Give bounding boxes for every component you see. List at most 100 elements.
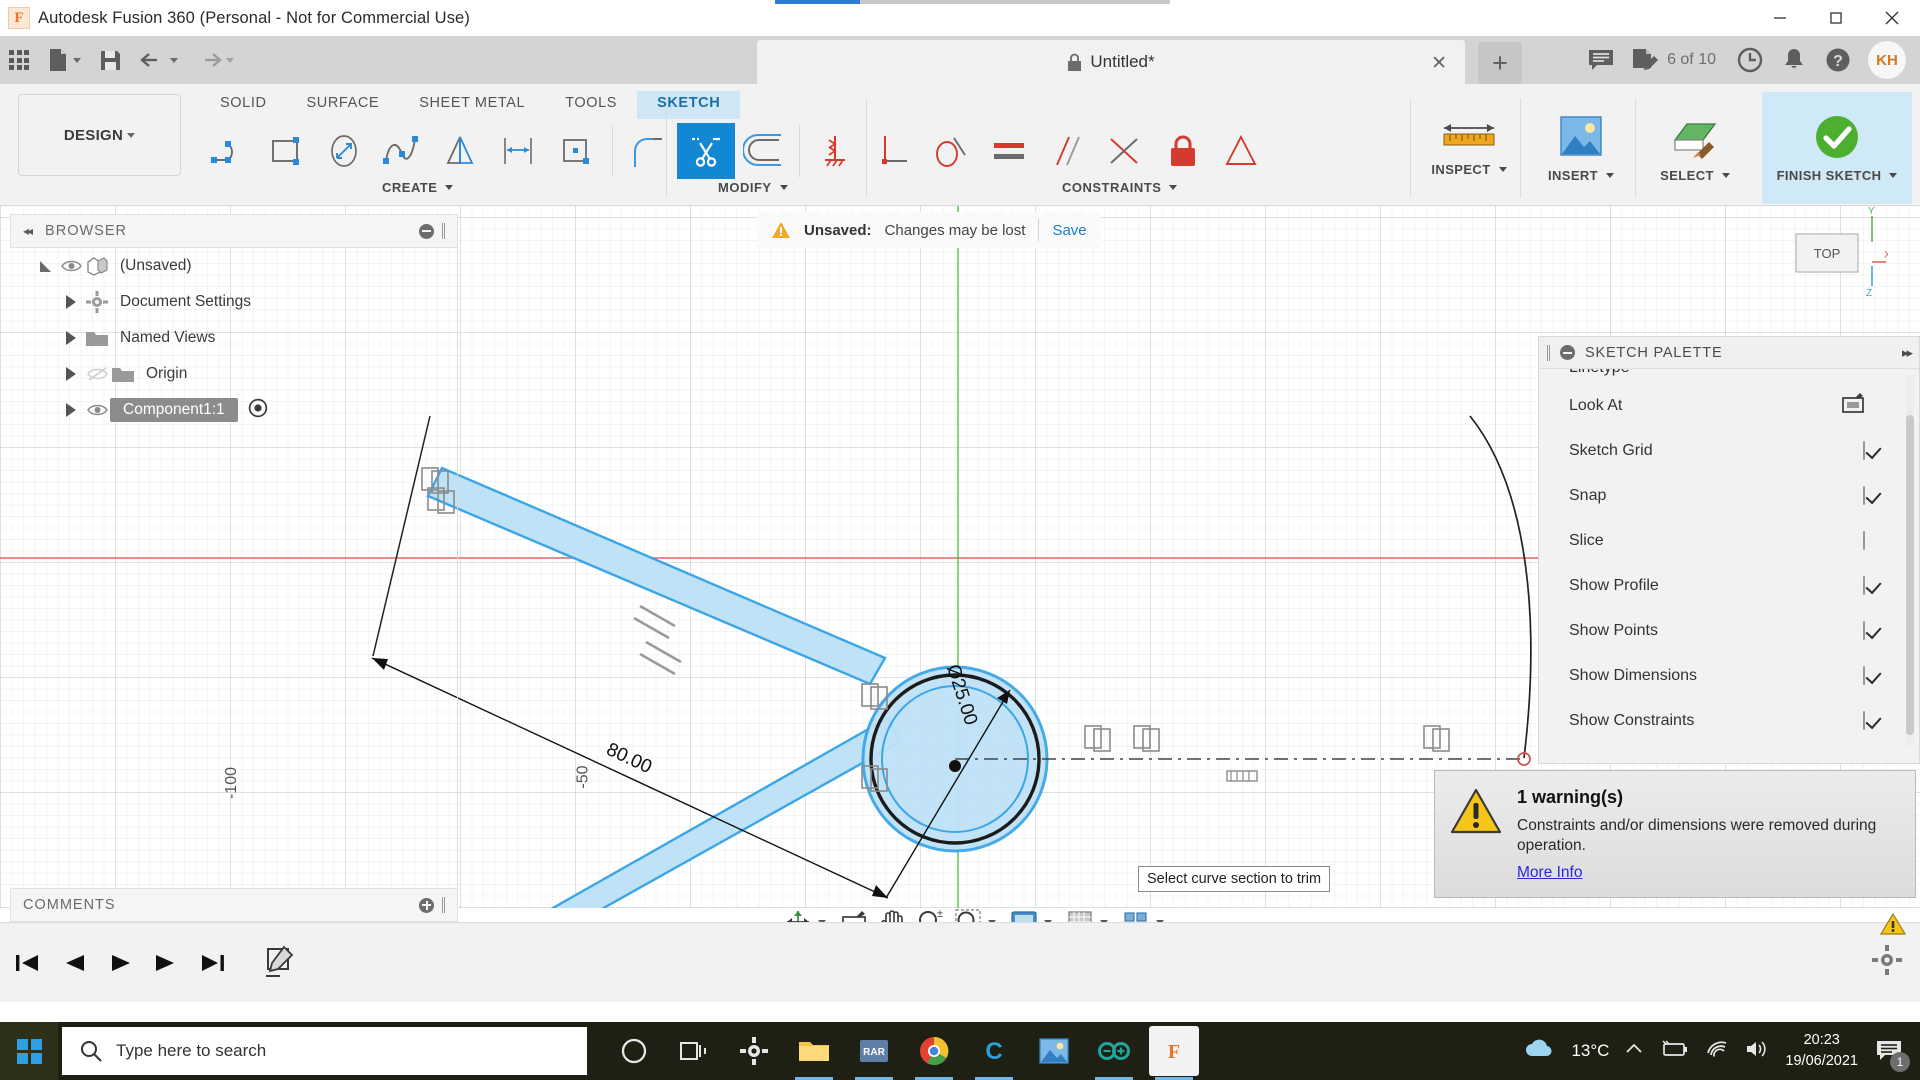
action-center-icon[interactable]: 1	[1874, 1036, 1910, 1072]
browser-resize-grip[interactable]	[442, 223, 445, 239]
new-document-icon[interactable]	[38, 36, 90, 84]
lock-constraint[interactable]	[1154, 123, 1212, 179]
step-backward-icon[interactable]	[62, 951, 86, 975]
tab-surface[interactable]: SURFACE	[287, 91, 400, 119]
panel-select[interactable]: SELECT	[1636, 92, 1754, 204]
offset-tool[interactable]	[735, 123, 793, 179]
show-profile-checkbox[interactable]	[1863, 575, 1865, 595]
user-avatar[interactable]: KH	[1868, 41, 1906, 79]
close-icon[interactable]	[1864, 0, 1920, 36]
midpoint-constraint[interactable]	[1096, 123, 1154, 179]
show-hidden-icons-chevron[interactable]	[1625, 1042, 1643, 1061]
palette-row-slice[interactable]: Slice	[1539, 518, 1919, 563]
palette-row-show-points[interactable]: Show Points	[1539, 608, 1919, 653]
group-constraints[interactable]: CONSTRAINTS	[1062, 180, 1178, 195]
wifi-icon[interactable]	[1705, 1040, 1729, 1063]
snap-checkbox[interactable]	[1863, 485, 1865, 505]
expand-arrow-icon[interactable]	[58, 403, 84, 417]
weather-cloud-icon[interactable]	[1523, 1038, 1555, 1065]
notifications-bell-icon[interactable]	[1774, 40, 1814, 80]
parallel-constraint[interactable]	[1038, 123, 1096, 179]
collapse-browser-icon[interactable]: ◂◂	[23, 224, 33, 238]
go-to-end-icon[interactable]	[200, 951, 226, 975]
status-warning-icon[interactable]	[1879, 912, 1907, 941]
app-grid-icon[interactable]	[0, 36, 38, 84]
equal-constraint[interactable]	[980, 123, 1038, 179]
browser-item-origin[interactable]: Origin	[10, 356, 458, 392]
settings-icon[interactable]	[729, 1026, 779, 1076]
view-cube[interactable]: TOP Y X Z	[1768, 206, 1891, 306]
palette-row-sketch-grid[interactable]: Sketch Grid	[1539, 428, 1919, 473]
panel-finish-sketch[interactable]: FINISH SKETCH	[1762, 92, 1912, 204]
palette-row-look-at[interactable]: Look At	[1539, 383, 1919, 428]
new-tab-button[interactable]: +	[1478, 42, 1522, 84]
dimension-tool[interactable]	[490, 123, 548, 179]
battery-icon[interactable]	[1659, 1039, 1689, 1063]
go-to-beginning-icon[interactable]	[14, 951, 40, 975]
trim-tool[interactable]	[677, 123, 735, 179]
weather-temperature[interactable]: 13°C	[1571, 1041, 1609, 1061]
timeline-sketch-feature[interactable]	[262, 943, 298, 983]
comments-resize-grip[interactable]	[442, 897, 445, 913]
file-explorer-icon[interactable]	[789, 1026, 839, 1080]
comments-icon[interactable]	[1581, 40, 1621, 80]
palette-resize-grip[interactable]	[1547, 344, 1550, 361]
panel-inspect[interactable]: INSPECT	[1410, 92, 1528, 204]
perpendicular-constraint[interactable]	[864, 123, 922, 179]
palette-expand-icon[interactable]: ▸▸	[1902, 345, 1913, 361]
slice-checkbox[interactable]	[1863, 530, 1865, 550]
spline-tool[interactable]	[374, 123, 432, 179]
help-icon[interactable]: ?	[1818, 40, 1858, 80]
job-status-icon[interactable]	[1625, 40, 1665, 80]
cortana-icon[interactable]	[609, 1026, 659, 1076]
show-points-checkbox[interactable]	[1863, 620, 1865, 640]
palette-row-show-profile[interactable]: Show Profile	[1539, 563, 1919, 608]
visibility-eye-icon[interactable]	[84, 403, 110, 417]
redo-icon[interactable]	[187, 36, 243, 84]
fusion360-taskbar-icon[interactable]: F	[1149, 1026, 1199, 1080]
save-link[interactable]: Save	[1052, 222, 1086, 239]
circle-tool[interactable]	[316, 123, 374, 179]
sketch-grid-checkbox[interactable]	[1863, 440, 1865, 460]
tab-tools[interactable]: TOOLS	[545, 91, 637, 119]
browser-collapse-all-icon[interactable]	[419, 223, 434, 239]
visibility-eye-icon[interactable]	[58, 259, 84, 273]
symmetry-constraint[interactable]	[1212, 123, 1270, 179]
arduino-ide-icon[interactable]	[1089, 1026, 1139, 1080]
recent-activity-clock-icon[interactable]	[1730, 40, 1770, 80]
google-chrome-icon[interactable]	[909, 1026, 959, 1080]
add-comment-icon[interactable]	[419, 897, 434, 913]
palette-row-show-constraints[interactable]: Show Constraints	[1539, 698, 1919, 743]
browser-item-unsaved[interactable]: (Unsaved)	[10, 248, 458, 284]
expand-arrow-icon[interactable]	[58, 331, 84, 345]
palette-collapse-icon[interactable]	[1560, 345, 1575, 360]
palette-scrollbar[interactable]	[1906, 415, 1914, 735]
show-dimensions-checkbox[interactable]	[1863, 665, 1865, 685]
line-tool[interactable]	[200, 123, 258, 179]
expand-arrow-icon[interactable]	[58, 367, 84, 381]
autodesk-app-icon[interactable]: C	[969, 1026, 1019, 1080]
tab-sheet-metal[interactable]: SHEET METAL	[399, 91, 545, 119]
tab-sketch[interactable]: SKETCH	[637, 91, 741, 119]
photos-icon[interactable]	[1029, 1026, 1079, 1076]
browser-item-document-settings[interactable]: Document Settings	[10, 284, 458, 320]
activate-component-icon[interactable]	[248, 398, 268, 423]
start-button[interactable]	[0, 1022, 58, 1080]
panel-insert[interactable]: INSERT	[1522, 92, 1640, 204]
maximize-icon[interactable]	[1808, 0, 1864, 36]
taskbar-search[interactable]: Type here to search	[62, 1027, 587, 1075]
expand-arrow-icon[interactable]	[58, 295, 84, 309]
task-view-icon[interactable]	[669, 1026, 719, 1076]
group-create[interactable]: CREATE	[382, 180, 454, 195]
minimize-icon[interactable]	[1752, 0, 1808, 36]
palette-row-show-dimensions[interactable]: Show Dimensions	[1539, 653, 1919, 698]
document-tab-close-icon[interactable]: ✕	[1431, 52, 1447, 75]
more-info-link[interactable]: More Info	[1517, 864, 1582, 882]
play-icon[interactable]	[108, 951, 132, 975]
tangent-constraint[interactable]	[922, 123, 980, 179]
save-icon[interactable]	[90, 36, 131, 84]
look-at-icon[interactable]	[1841, 392, 1865, 419]
taskbar-clock[interactable]: 20:23 19/06/2021	[1785, 1030, 1858, 1072]
mirror-tool[interactable]	[432, 123, 490, 179]
group-modify[interactable]: MODIFY	[718, 180, 788, 195]
